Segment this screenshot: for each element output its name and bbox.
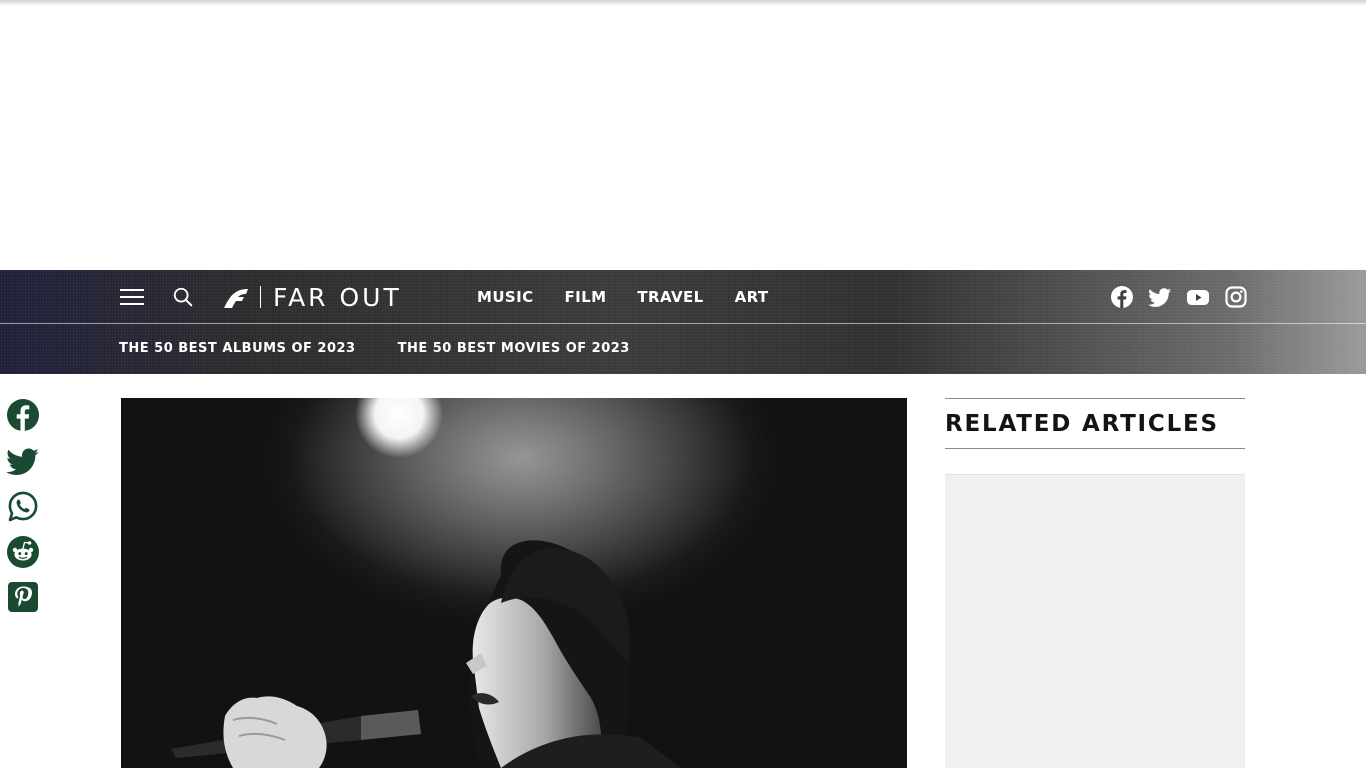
twitter-icon[interactable] [6, 444, 40, 478]
share-rail [6, 398, 40, 626]
search-icon[interactable] [172, 286, 194, 308]
reddit-icon[interactable] [6, 535, 40, 569]
logo-text: FAR OUT [273, 282, 402, 312]
nav-link-music[interactable]: MUSIC [477, 288, 534, 306]
related-articles-title: RELATED ARTICLES [945, 410, 1219, 437]
secondary-nav: THE 50 BEST ALBUMS OF 2023 THE 50 BEST M… [119, 341, 672, 356]
primary-nav: MUSIC FILM TRAVEL ART [477, 288, 800, 306]
logo-mark-icon [224, 289, 248, 308]
sidebar: RELATED ARTICLES [945, 398, 1245, 768]
facebook-icon[interactable] [6, 398, 40, 432]
pinterest-icon[interactable] [6, 580, 40, 614]
secondary-nav-bar: THE 50 BEST ALBUMS OF 2023 THE 50 BEST M… [0, 324, 1366, 374]
nav-link-art[interactable]: ART [735, 288, 769, 306]
sub-nav-link-best-albums[interactable]: THE 50 BEST ALBUMS OF 2023 [119, 341, 356, 356]
main-nav-bar: FAR OUT MUSIC FILM TRAVEL ART [0, 270, 1366, 324]
twitter-icon[interactable] [1148, 285, 1172, 309]
menu-icon[interactable] [120, 289, 144, 306]
instagram-icon[interactable] [1224, 285, 1248, 309]
related-articles-header: RELATED ARTICLES [945, 398, 1245, 449]
site-logo[interactable]: FAR OUT [222, 282, 402, 312]
logo-divider [260, 286, 261, 308]
sub-nav-link-best-movies[interactable]: THE 50 BEST MOVIES OF 2023 [398, 341, 630, 356]
performer-photo [171, 398, 781, 768]
whatsapp-icon[interactable] [6, 489, 40, 523]
facebook-icon[interactable] [1110, 285, 1134, 309]
nav-link-travel[interactable]: TRAVEL [637, 288, 703, 306]
top-shadow [0, 0, 1366, 6]
social-links [1110, 285, 1248, 309]
ad-space [0, 0, 1366, 270]
hero-image [121, 398, 907, 768]
nav-link-film[interactable]: FILM [565, 288, 607, 306]
related-articles-placeholder [945, 474, 1245, 768]
site-header: FAR OUT MUSIC FILM TRAVEL ART THE 50 BES… [0, 270, 1366, 374]
youtube-icon[interactable] [1186, 285, 1210, 309]
